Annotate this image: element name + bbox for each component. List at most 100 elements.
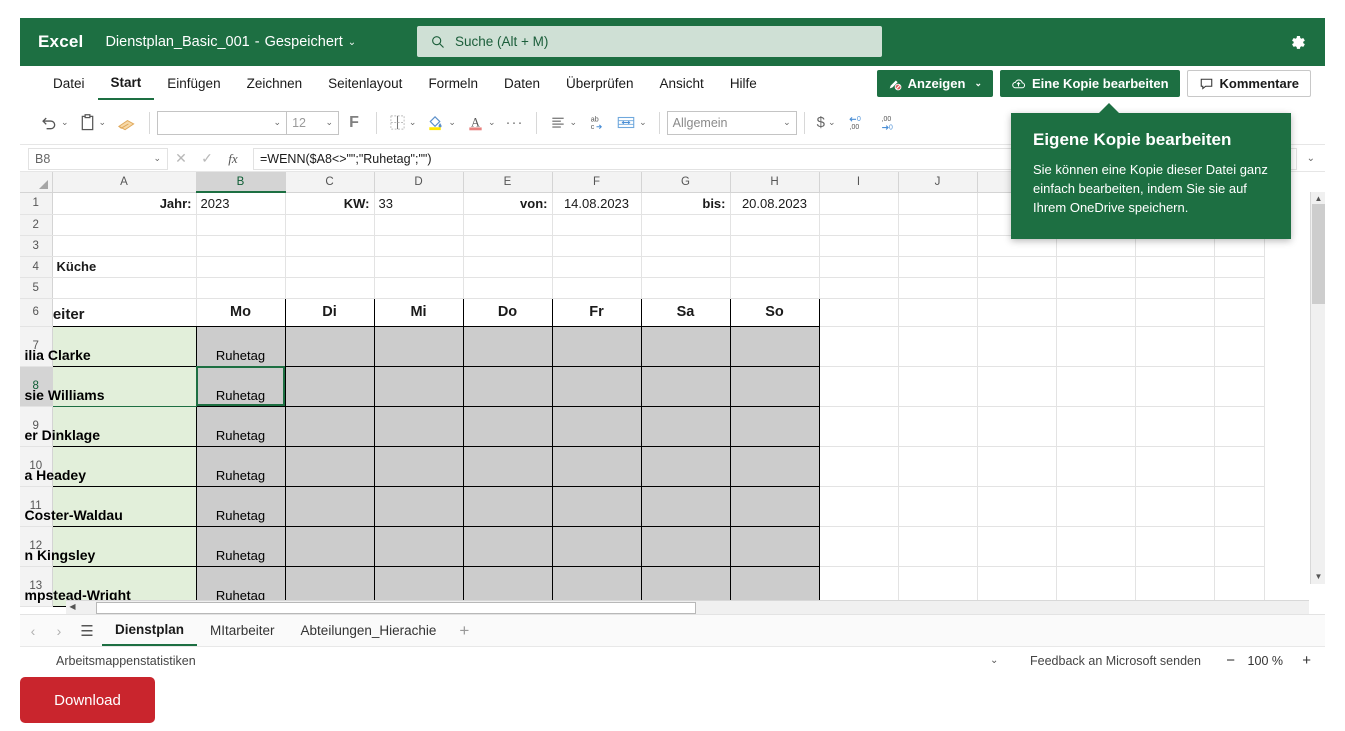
sheet-tab-dienstplan[interactable]: Dienstplan <box>102 616 198 646</box>
scroll-left-icon[interactable]: ◀ <box>66 601 79 613</box>
cell-h6[interactable]: So <box>729 297 820 327</box>
workbook-statistics[interactable]: Arbeitsmappenstatistiken <box>56 654 196 668</box>
cell-l7[interactable] <box>1056 326 1136 367</box>
cell-c2[interactable] <box>285 214 375 236</box>
cell-f10[interactable] <box>551 445 642 487</box>
cell-e9[interactable] <box>462 405 553 447</box>
cell-e4[interactable] <box>463 256 553 278</box>
cell-j3[interactable] <box>898 235 978 257</box>
cell-e1[interactable]: von: <box>463 192 553 215</box>
tab-zeichnen[interactable]: Zeichnen <box>234 67 316 100</box>
borders-button[interactable]: ⌄ <box>384 108 422 138</box>
cell-k9[interactable] <box>977 406 1057 447</box>
font-size-select[interactable]: 12 ⌄ <box>287 110 340 135</box>
cell-i9[interactable] <box>819 406 899 447</box>
cell-a2[interactable] <box>52 214 197 236</box>
cell-c10[interactable] <box>284 445 375 487</box>
cell-n6[interactable] <box>1214 298 1265 327</box>
increase-decimal-button[interactable]: ,00 0 <box>873 108 905 138</box>
horizontal-scroll-thumb[interactable] <box>96 602 696 614</box>
row-header-4[interactable]: 4 <box>20 256 53 278</box>
tab-hilfe[interactable]: Hilfe <box>717 67 770 100</box>
cell-a11[interactable]: Coster-Waldau <box>25 485 197 527</box>
tab-einfuegen[interactable]: Einfügen <box>154 67 233 100</box>
merge-cells-button[interactable]: ⌄ <box>611 108 652 138</box>
cell-d1[interactable]: 33 <box>374 192 464 215</box>
tab-seitenlayout[interactable]: Seitenlayout <box>315 67 415 100</box>
format-painter-button[interactable] <box>111 108 142 138</box>
cell-d9[interactable] <box>373 405 464 447</box>
cell-c9[interactable] <box>284 405 375 447</box>
tab-ueberpruefen[interactable]: Überprüfen <box>553 67 647 100</box>
send-feedback-link[interactable]: Feedback an Microsoft senden <box>1030 654 1201 668</box>
cell-a12[interactable]: n Kingsley <box>25 525 197 567</box>
cell-h12[interactable] <box>729 525 820 567</box>
cell-j4[interactable] <box>898 256 978 278</box>
cell-l12[interactable] <box>1056 526 1136 567</box>
cell-b8[interactable]: Ruhetag <box>195 365 286 407</box>
cell-d3[interactable] <box>374 235 464 257</box>
cell-e5[interactable] <box>463 277 553 299</box>
column-header-e[interactable]: E <box>463 172 553 193</box>
cell-k7[interactable] <box>977 326 1057 367</box>
cell-e6[interactable]: Do <box>462 297 553 327</box>
cell-n12[interactable] <box>1214 526 1265 567</box>
row-header-6[interactable]: 6 <box>20 298 53 327</box>
cell-a3[interactable] <box>52 235 197 257</box>
vertical-scrollbar[interactable]: ▲ ▼ <box>1310 192 1325 584</box>
cell-b10[interactable]: Ruhetag <box>195 445 286 487</box>
number-format-select[interactable]: Allgemein ⌄ <box>666 110 797 135</box>
sheet-tab-mitarbeiter[interactable]: MItarbeiter <box>197 616 288 646</box>
column-header-h[interactable]: H <box>730 172 820 193</box>
cell-d4[interactable] <box>374 256 464 278</box>
cell-m8[interactable] <box>1135 366 1215 407</box>
cell-n10[interactable] <box>1214 446 1265 487</box>
row-header-5[interactable]: 5 <box>20 277 53 299</box>
cell-h5[interactable] <box>730 277 820 299</box>
more-format-options[interactable]: ··· <box>501 108 529 138</box>
tab-datei[interactable]: Datei <box>40 67 98 100</box>
font-family-select[interactable]: ⌄ <box>157 110 288 135</box>
cell-m12[interactable] <box>1135 526 1215 567</box>
cell-a8[interactable]: sie Williams <box>25 365 197 407</box>
cell-i10[interactable] <box>819 446 899 487</box>
cell-j1[interactable] <box>898 192 978 215</box>
confirm-icon[interactable]: ✓ <box>194 150 220 167</box>
chevron-right-icon[interactable]: › <box>46 623 72 639</box>
tab-formeln[interactable]: Formeln <box>415 67 491 100</box>
cell-d10[interactable] <box>373 445 464 487</box>
cell-a4[interactable]: Küche <box>52 256 197 278</box>
zoom-in-button[interactable]: + <box>1302 652 1311 669</box>
cell-j8[interactable] <box>898 366 978 407</box>
cell-c6[interactable]: Di <box>284 297 375 327</box>
currency-button[interactable]: $ ⌄ <box>812 108 841 138</box>
cell-d12[interactable] <box>373 525 464 567</box>
cell-m7[interactable] <box>1135 326 1215 367</box>
cell-f11[interactable] <box>551 485 642 527</box>
cell-j10[interactable] <box>898 446 978 487</box>
expand-formula-bar-icon[interactable]: ⌄ <box>1307 153 1315 164</box>
cell-d6[interactable]: Mi <box>373 297 464 327</box>
cell-l9[interactable] <box>1056 406 1136 447</box>
cell-b4[interactable] <box>196 256 286 278</box>
column-header-a[interactable]: A <box>52 172 197 193</box>
cell-d11[interactable] <box>373 485 464 527</box>
cell-i5[interactable] <box>819 277 899 299</box>
undo-button[interactable]: ⌄ <box>34 108 74 138</box>
cell-f12[interactable] <box>551 525 642 567</box>
cell-l8[interactable] <box>1056 366 1136 407</box>
cell-n11[interactable] <box>1214 486 1265 527</box>
comments-button[interactable]: Kommentare <box>1186 70 1311 97</box>
document-title[interactable]: Dienstplan_Basic_001 - Gespeichert ⌄ <box>105 34 356 50</box>
cell-e10[interactable] <box>462 445 553 487</box>
cell-j7[interactable] <box>898 326 978 367</box>
cell-f1[interactable]: 14.08.2023 <box>552 192 642 215</box>
cell-g11[interactable] <box>640 485 731 527</box>
cell-j6[interactable] <box>898 298 978 327</box>
cell-k4[interactable] <box>977 256 1057 278</box>
cell-f2[interactable] <box>552 214 642 236</box>
wrap-text-button[interactable]: ab c <box>582 108 611 138</box>
cell-c7[interactable] <box>284 325 375 367</box>
cell-h1[interactable]: 20.08.2023 <box>730 192 820 215</box>
cell-e11[interactable] <box>462 485 553 527</box>
